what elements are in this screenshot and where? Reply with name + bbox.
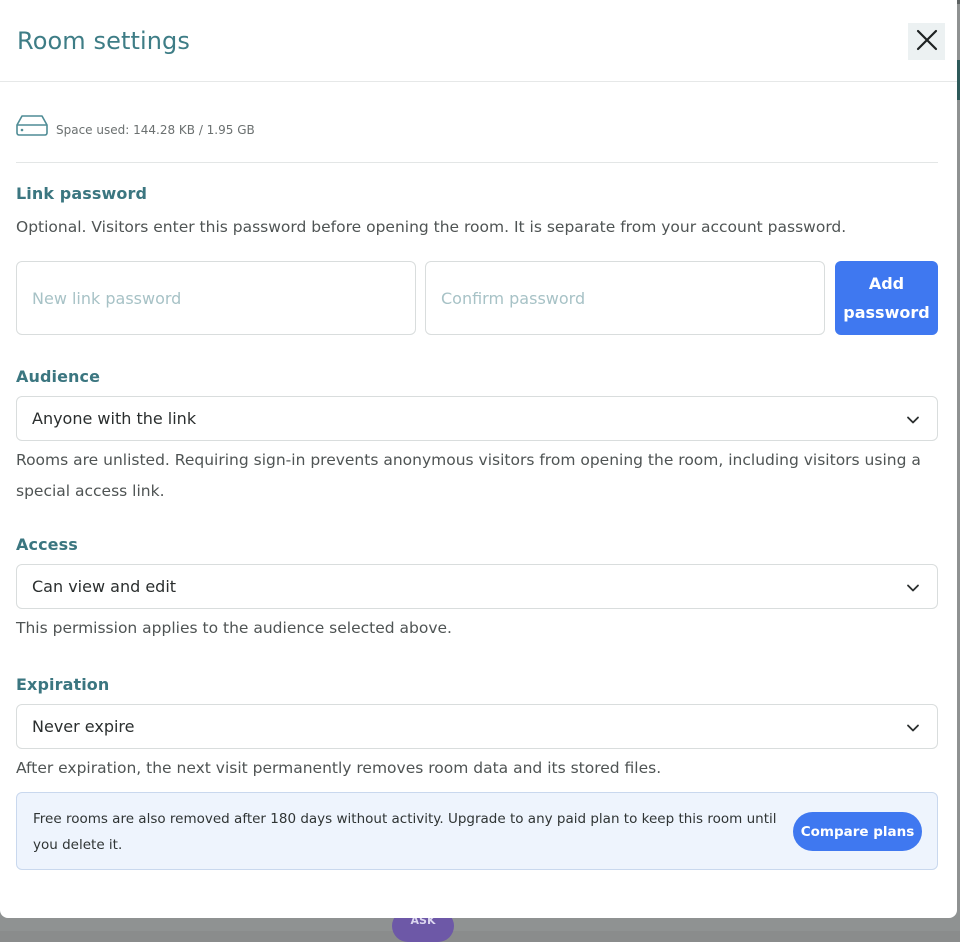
free-plan-notice: Free rooms are also removed after 180 da… (16, 792, 938, 870)
link-password-help: Optional. Visitors enter this password b… (16, 218, 847, 236)
access-label: Access (16, 535, 78, 554)
new-link-password-input[interactable] (16, 261, 416, 335)
confirm-password-input[interactable] (425, 261, 825, 335)
chevron-down-icon (906, 412, 920, 431)
expiration-select[interactable]: Never expire (16, 704, 938, 749)
audience-select[interactable]: Anyone with the link (16, 396, 938, 441)
expiration-selected-value: Never expire (32, 717, 135, 736)
dialog-header: Room settings (0, 0, 957, 82)
notice-text: Free rooms are also removed after 180 da… (33, 811, 777, 853)
compare-plans-button[interactable]: Compare plans (793, 812, 922, 851)
space-used-label: Space used: 144.28 KB / 1.95 GB (56, 123, 255, 137)
close-icon (916, 29, 938, 54)
close-button[interactable] (908, 23, 945, 60)
add-password-label-line2: password (843, 303, 930, 322)
expiration-help: After expiration, the next visit permane… (16, 759, 662, 777)
expiration-label: Expiration (16, 675, 110, 694)
audience-label: Audience (16, 367, 101, 386)
add-password-button[interactable]: Add password (835, 261, 938, 335)
hard-drive-icon (16, 114, 48, 140)
link-password-label: Link password (16, 184, 147, 203)
dialog-body: Space used: 144.28 KB / 1.95 GB (0, 82, 957, 163)
chevron-down-icon (906, 580, 920, 599)
access-selected-value: Can view and edit (32, 577, 177, 596)
storage-usage: Space used: 144.28 KB / 1.95 GB (16, 82, 938, 163)
access-select[interactable]: Can view and edit (16, 564, 938, 609)
audience-help: Rooms are unlisted. Requiring sign-in pr… (16, 451, 921, 500)
dialog-title: Room settings (17, 27, 190, 55)
access-help: This permission applies to the audience … (16, 619, 452, 637)
add-password-label-line1: Add (868, 274, 905, 293)
chevron-down-icon (906, 720, 920, 739)
room-settings-dialog: Room settings Space used: 144.28 KB / 1.… (0, 0, 957, 918)
audience-selected-value: Anyone with the link (32, 409, 197, 428)
